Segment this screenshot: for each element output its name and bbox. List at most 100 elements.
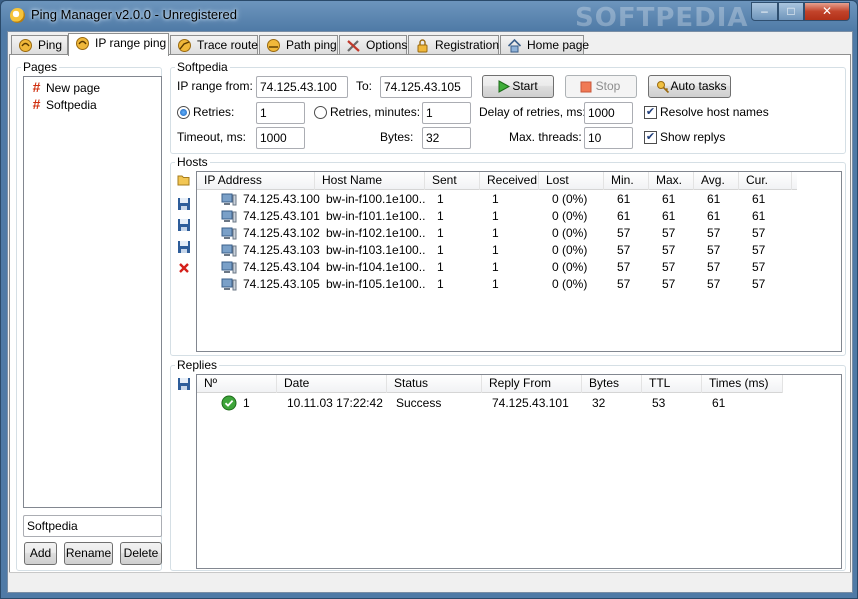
retries-field[interactable]: 1: [256, 102, 305, 124]
col-received[interactable]: Received: [480, 172, 539, 190]
host-received: 1: [492, 209, 499, 223]
page-item[interactable]: # Softpedia: [30, 97, 158, 113]
tab-ip-range-ping[interactable]: IP range ping: [68, 33, 169, 56]
host-ip: 74.125.43.104: [243, 260, 320, 274]
host-row[interactable]: 74.125.43.102 bw-in-f102.1e100... 1 1 0 …: [197, 225, 837, 242]
hosts-title: Hosts: [175, 155, 210, 169]
client-area: Ping IP range ping Trace route Path ping…: [7, 31, 853, 593]
resolve-host-names-checkbox[interactable]: ✔: [644, 106, 657, 119]
col-reply-from[interactable]: Reply From: [482, 375, 582, 393]
title-bar[interactable]: Ping Manager v2.0.0 - Unregistered SOFTP…: [1, 1, 857, 33]
tab-trace-route[interactable]: Trace route: [170, 35, 258, 55]
host-name: bw-in-f103.1e100...: [326, 243, 426, 257]
stop-button[interactable]: Stop: [565, 75, 637, 98]
col-ttl[interactable]: TTL: [642, 375, 702, 393]
path-ping-icon: [267, 39, 280, 52]
col-status[interactable]: Status: [387, 375, 482, 393]
tab-registration[interactable]: Registration: [408, 35, 499, 55]
host-avg: 57: [707, 277, 721, 291]
retries-minutes-field[interactable]: 1: [422, 102, 471, 124]
host-cur: 57: [752, 277, 766, 291]
computer-icon: [221, 227, 237, 240]
page-item-label: Softpedia: [46, 98, 97, 112]
col-avg[interactable]: Avg.: [694, 172, 739, 190]
rename-page-button[interactable]: Rename: [64, 542, 113, 565]
save-icon[interactable]: [177, 218, 191, 232]
col-number[interactable]: Nº: [197, 375, 277, 393]
host-avg: 61: [707, 192, 721, 206]
max-threads-field[interactable]: 10: [584, 127, 633, 149]
pages-title: Pages: [21, 60, 60, 74]
host-min: 57: [617, 226, 631, 240]
host-avg: 57: [707, 243, 721, 257]
save-icon[interactable]: [177, 240, 191, 254]
host-cur: 61: [752, 209, 766, 223]
reply-bytes: 32: [592, 396, 606, 410]
delete-page-button[interactable]: Delete: [120, 542, 162, 565]
save-icon[interactable]: [177, 197, 191, 211]
save-icon[interactable]: [177, 377, 191, 391]
host-row[interactable]: 74.125.43.101 bw-in-f101.1e100... 1 1 0 …: [197, 208, 837, 225]
host-ip: 74.125.43.101: [243, 209, 320, 223]
minimize-button[interactable]: –: [751, 2, 778, 21]
ping-icon: [76, 37, 89, 50]
settings-panel: Softpedia IP range from: 74.125.43.100 T…: [170, 60, 846, 154]
host-row[interactable]: 74.125.43.103 bw-in-f103.1e100... 1 1 0 …: [197, 242, 837, 259]
start-button[interactable]: Start: [482, 75, 554, 98]
host-received: 1: [492, 226, 499, 240]
host-row[interactable]: 74.125.43.105 bw-in-f105.1e100... 1 1 0 …: [197, 276, 837, 293]
col-bytes[interactable]: Bytes: [582, 375, 642, 393]
replies-table[interactable]: Nº Date Status Reply From Bytes TTL Time…: [196, 374, 842, 569]
tab-options[interactable]: Options: [339, 35, 407, 55]
retries-radio[interactable]: [177, 106, 190, 119]
delete-icon[interactable]: [177, 261, 191, 275]
host-max: 61: [662, 192, 676, 206]
tab-ping[interactable]: Ping: [11, 35, 68, 55]
col-min[interactable]: Min.: [604, 172, 649, 190]
replies-table-header: Nº Date Status Reply From Bytes TTL Time…: [197, 375, 783, 393]
open-folder-icon[interactable]: [177, 173, 191, 187]
retries-minutes-radio[interactable]: [314, 106, 327, 119]
close-button[interactable]: ✕: [804, 2, 850, 21]
tab-home-page[interactable]: Home page: [500, 35, 589, 55]
bytes-field[interactable]: 32: [422, 127, 471, 149]
reply-row[interactable]: 1 10.11.03 17:22:42 Success 74.125.43.10…: [197, 395, 837, 412]
ip-to-field[interactable]: 74.125.43.105: [380, 76, 472, 98]
max-threads-label: Max. threads:: [509, 130, 582, 144]
watermark: SOFTPEDIA: [575, 3, 749, 33]
auto-tasks-button[interactable]: Auto tasks: [648, 75, 731, 98]
host-name: bw-in-f105.1e100...: [326, 277, 426, 291]
pages-list[interactable]: # New page # Softpedia: [23, 76, 162, 508]
ip-from-field[interactable]: 74.125.43.100: [256, 76, 348, 98]
col-cur[interactable]: Cur.: [739, 172, 792, 190]
host-row[interactable]: 74.125.43.100 bw-in-f100.1e100... 1 1 0 …: [197, 191, 837, 208]
page-item[interactable]: # New page: [30, 80, 158, 96]
timeout-field[interactable]: 1000: [256, 127, 305, 149]
col-host-name[interactable]: Host Name: [315, 172, 425, 190]
col-sent[interactable]: Sent: [425, 172, 480, 190]
maximize-button[interactable]: □: [778, 2, 804, 21]
col-max[interactable]: Max.: [649, 172, 694, 190]
tab-path-ping[interactable]: Path ping: [259, 35, 338, 55]
ip-to-label: To:: [356, 79, 373, 93]
col-lost[interactable]: Lost: [539, 172, 604, 190]
stop-label: Stop: [595, 79, 621, 93]
host-cur: 61: [752, 192, 766, 206]
host-sent: 1: [437, 192, 444, 206]
host-max: 57: [662, 226, 676, 240]
host-row[interactable]: 74.125.43.104 bw-in-f104.1e100... 1 1 0 …: [197, 259, 837, 276]
show-replys-checkbox[interactable]: ✔: [644, 131, 657, 144]
add-page-button[interactable]: Add: [24, 542, 57, 565]
hosts-table[interactable]: IP Address Host Name Sent Received Lost …: [196, 171, 842, 352]
delay-field[interactable]: 1000: [584, 102, 633, 124]
window-title: Ping Manager v2.0.0 - Unregistered: [31, 7, 237, 22]
col-times[interactable]: Times (ms): [702, 375, 783, 393]
col-ip-address[interactable]: IP Address: [197, 172, 315, 190]
col-date[interactable]: Date: [277, 375, 387, 393]
reply-ttl: 53: [652, 396, 666, 410]
page-name-field[interactable]: Softpedia: [23, 515, 162, 537]
computer-icon: [221, 210, 237, 223]
ping-icon: [19, 39, 32, 52]
host-lost: 0 (0%): [552, 192, 588, 206]
host-lost: 0 (0%): [552, 226, 588, 240]
